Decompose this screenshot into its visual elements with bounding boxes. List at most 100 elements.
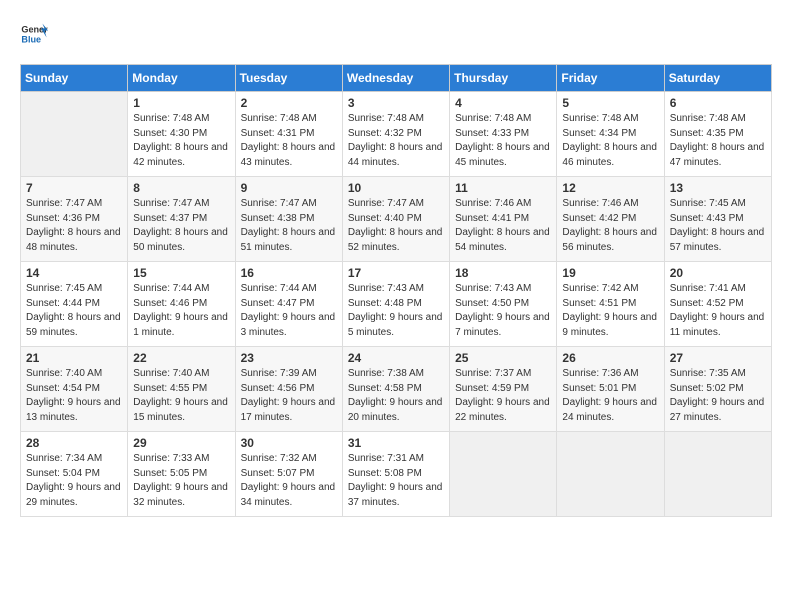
calendar-cell [450, 432, 557, 517]
day-number: 27 [670, 351, 766, 365]
day-info: Sunrise: 7:41 AMSunset: 4:52 PMDaylight:… [670, 282, 766, 340]
day-number: 11 [455, 181, 551, 195]
weekday-header-tuesday: Tuesday [235, 65, 342, 92]
day-info: Sunrise: 7:35 AMSunset: 5:02 PMDaylight:… [670, 367, 766, 425]
calendar-cell: 18 Sunrise: 7:43 AMSunset: 4:50 PMDayligh… [450, 262, 557, 347]
day-number: 18 [455, 266, 551, 280]
calendar-cell: 22Sunrise: 7:40 AMSunset: 4:55 PMDayligh… [128, 347, 235, 432]
svg-text:Blue: Blue [21, 34, 41, 44]
weekday-header-sunday: Sunday [21, 65, 128, 92]
calendar-cell: 10Sunrise: 7:47 AMSunset: 4:40 PMDayligh… [342, 177, 449, 262]
day-info: Sunrise: 7:47 AMSunset: 4:38 PMDaylight:… [241, 197, 337, 255]
logo: General Blue [20, 20, 48, 48]
day-info: Sunrise: 7:45 AMSunset: 4:44 PMDaylight:… [26, 282, 122, 340]
day-number: 20 [670, 266, 766, 280]
day-number: 10 [348, 181, 444, 195]
calendar-table: SundayMondayTuesdayWednesdayThursdayFrid… [20, 64, 772, 517]
day-number: 26 [562, 351, 658, 365]
day-number: 14 [26, 266, 122, 280]
day-number: 8 [133, 181, 229, 195]
day-info: Sunrise: 7:44 AMSunset: 4:47 PMDaylight:… [241, 282, 337, 340]
calendar-cell: 20 Sunrise: 7:41 AMSunset: 4:52 PMDayligh… [664, 262, 771, 347]
calendar-cell [664, 432, 771, 517]
day-number: 17 [348, 266, 444, 280]
day-info: Sunrise: 7:36 AMSunset: 5:01 PMDaylight:… [562, 367, 658, 425]
calendar-cell: 23Sunrise: 7:39 AMSunset: 4:56 PMDayligh… [235, 347, 342, 432]
day-number: 1 [133, 96, 229, 110]
calendar-cell: 6Sunrise: 7:48 AMSunset: 4:35 PMDaylight… [664, 92, 771, 177]
calendar-cell [557, 432, 664, 517]
calendar-cell: 11 Sunrise: 7:46 AMSunset: 4:41 PMDayligh… [450, 177, 557, 262]
day-info: Sunrise: 7:43 AMSunset: 4:50 PMDaylight:… [455, 282, 551, 340]
day-info: Sunrise: 7:34 AMSunset: 5:04 PMDaylight:… [26, 452, 122, 510]
day-number: 19 [562, 266, 658, 280]
calendar-cell: 17Sunrise: 7:43 AMSunset: 4:48 PMDayligh… [342, 262, 449, 347]
calendar-cell: 7 Sunrise: 7:47 AMSunset: 4:36 PMDaylight… [21, 177, 128, 262]
day-info: Sunrise: 7:48 AMSunset: 4:34 PMDaylight:… [562, 112, 658, 170]
day-info: Sunrise: 7:40 AMSunset: 4:54 PMDaylight:… [26, 367, 122, 425]
calendar-cell: 21Sunrise: 7:40 AMSunset: 4:54 PMDayligh… [21, 347, 128, 432]
calendar-cell: 19 Sunrise: 7:42 AMSunset: 4:51 PMDayligh… [557, 262, 664, 347]
day-info: Sunrise: 7:40 AMSunset: 4:55 PMDaylight:… [133, 367, 229, 425]
day-number: 7 [26, 181, 122, 195]
day-number: 6 [670, 96, 766, 110]
day-info: Sunrise: 7:46 AMSunset: 4:42 PMDaylight:… [562, 197, 658, 255]
calendar-cell: 8 Sunrise: 7:47 AMSunset: 4:37 PMDaylight… [128, 177, 235, 262]
day-number: 5 [562, 96, 658, 110]
day-number: 24 [348, 351, 444, 365]
day-info: Sunrise: 7:33 AMSunset: 5:05 PMDaylight:… [133, 452, 229, 510]
day-number: 28 [26, 436, 122, 450]
logo-icon: General Blue [20, 20, 48, 48]
calendar-cell: 16 Sunrise: 7:44 AMSunset: 4:47 PMDayligh… [235, 262, 342, 347]
calendar-cell: 30 Sunrise: 7:32 AMSunset: 5:07 PMDayligh… [235, 432, 342, 517]
weekday-header-friday: Friday [557, 65, 664, 92]
day-number: 13 [670, 181, 766, 195]
calendar-cell: 5 Sunrise: 7:48 AMSunset: 4:34 PMDaylight… [557, 92, 664, 177]
calendar-cell: 2Sunrise: 7:48 AMSunset: 4:31 PMDaylight… [235, 92, 342, 177]
weekday-header-saturday: Saturday [664, 65, 771, 92]
calendar-cell: 26 Sunrise: 7:36 AMSunset: 5:01 PMDayligh… [557, 347, 664, 432]
day-number: 3 [348, 96, 444, 110]
weekday-header-monday: Monday [128, 65, 235, 92]
calendar-week-5: 28 Sunrise: 7:34 AMSunset: 5:04 PMDayligh… [21, 432, 772, 517]
day-info: Sunrise: 7:46 AMSunset: 4:41 PMDaylight:… [455, 197, 551, 255]
day-info: Sunrise: 7:44 AMSunset: 4:46 PMDaylight:… [133, 282, 229, 340]
day-info: Sunrise: 7:37 AMSunset: 4:59 PMDaylight:… [455, 367, 551, 425]
day-info: Sunrise: 7:47 AMSunset: 4:36 PMDaylight:… [26, 197, 122, 255]
day-number: 4 [455, 96, 551, 110]
calendar-week-1: 1 Sunrise: 7:48 AMSunset: 4:30 PMDaylight… [21, 92, 772, 177]
weekday-header-thursday: Thursday [450, 65, 557, 92]
header: General Blue [20, 20, 772, 48]
day-number: 15 [133, 266, 229, 280]
day-info: Sunrise: 7:38 AMSunset: 4:58 PMDaylight:… [348, 367, 444, 425]
calendar-cell: 14 Sunrise: 7:45 AMSunset: 4:44 PMDayligh… [21, 262, 128, 347]
day-number: 16 [241, 266, 337, 280]
calendar-cell: 4 Sunrise: 7:48 AMSunset: 4:33 PMDaylight… [450, 92, 557, 177]
calendar-cell: 31 Sunrise: 7:31 AMSunset: 5:08 PMDayligh… [342, 432, 449, 517]
calendar-week-4: 21Sunrise: 7:40 AMSunset: 4:54 PMDayligh… [21, 347, 772, 432]
day-number: 9 [241, 181, 337, 195]
day-number: 30 [241, 436, 337, 450]
calendar-cell: 24 Sunrise: 7:38 AMSunset: 4:58 PMDayligh… [342, 347, 449, 432]
day-info: Sunrise: 7:48 AMSunset: 4:30 PMDaylight:… [133, 112, 229, 170]
day-info: Sunrise: 7:48 AMSunset: 4:33 PMDaylight:… [455, 112, 551, 170]
calendar-cell [21, 92, 128, 177]
calendar-cell: 27 Sunrise: 7:35 AMSunset: 5:02 PMDayligh… [664, 347, 771, 432]
calendar-cell: 13 Sunrise: 7:45 AMSunset: 4:43 PMDayligh… [664, 177, 771, 262]
day-info: Sunrise: 7:48 AMSunset: 4:31 PMDaylight:… [241, 112, 337, 170]
calendar-cell: 1 Sunrise: 7:48 AMSunset: 4:30 PMDaylight… [128, 92, 235, 177]
calendar-cell: 9 Sunrise: 7:47 AMSunset: 4:38 PMDaylight… [235, 177, 342, 262]
day-info: Sunrise: 7:39 AMSunset: 4:56 PMDaylight:… [241, 367, 337, 425]
day-info: Sunrise: 7:31 AMSunset: 5:08 PMDaylight:… [348, 452, 444, 510]
day-number: 25 [455, 351, 551, 365]
calendar-cell: 15 Sunrise: 7:44 AMSunset: 4:46 PMDayligh… [128, 262, 235, 347]
day-number: 31 [348, 436, 444, 450]
day-info: Sunrise: 7:47 AMSunset: 4:37 PMDaylight:… [133, 197, 229, 255]
calendar-week-2: 7 Sunrise: 7:47 AMSunset: 4:36 PMDaylight… [21, 177, 772, 262]
day-info: Sunrise: 7:45 AMSunset: 4:43 PMDaylight:… [670, 197, 766, 255]
calendar-cell: 25 Sunrise: 7:37 AMSunset: 4:59 PMDayligh… [450, 347, 557, 432]
calendar-cell: 12Sunrise: 7:46 AMSunset: 4:42 PMDayligh… [557, 177, 664, 262]
day-number: 29 [133, 436, 229, 450]
day-info: Sunrise: 7:42 AMSunset: 4:51 PMDaylight:… [562, 282, 658, 340]
day-info: Sunrise: 7:32 AMSunset: 5:07 PMDaylight:… [241, 452, 337, 510]
